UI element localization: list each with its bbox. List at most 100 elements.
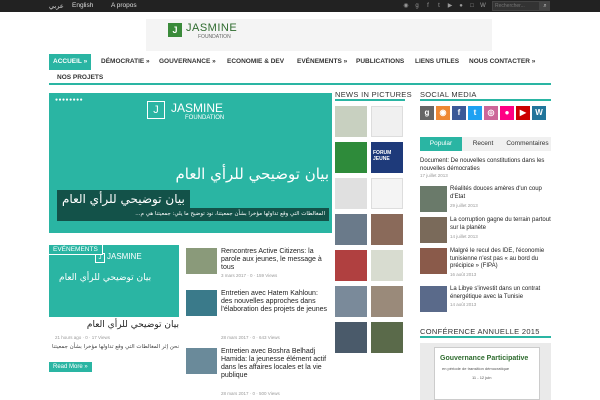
- post-meta: 28 mars 2017 · 0 · 500 Views: [221, 391, 280, 396]
- nav-economie[interactable]: ECONOMIE & DEV: [223, 54, 288, 70]
- logo-subtitle: FOUNDATION: [198, 34, 231, 40]
- nav-accueil[interactable]: ACCUEIL »: [49, 54, 92, 70]
- side-post-title[interactable]: La Libye s'investit dans un contrat éner…: [450, 286, 551, 301]
- top-bar: عربي English A propos ◉ g f t ▶ ● □ W ⌕: [0, 0, 600, 12]
- lang-arabic-link[interactable]: عربي: [49, 2, 64, 10]
- events-category-label[interactable]: EVÉNEMENTS: [49, 245, 103, 255]
- lang-english-link[interactable]: English: [72, 2, 93, 9]
- nav-liens-utiles[interactable]: LIENS UTILES: [411, 54, 463, 70]
- read-more-button[interactable]: Read More »: [49, 362, 92, 372]
- tab-comments[interactable]: Commentaires: [504, 137, 551, 151]
- post-meta: 3 mars 2017 · 0 · 159 Views: [221, 273, 278, 278]
- post-title[interactable]: Entretien avec Boshra Belhadj Hamida: la…: [221, 348, 331, 380]
- poster-subtitle: en période de transition démocratique: [442, 366, 510, 371]
- flickr-icon[interactable]: ●: [457, 2, 465, 10]
- slider-logo-name: JASMINE: [171, 101, 224, 115]
- side-post-thumbnail[interactable]: [420, 217, 447, 243]
- event-title[interactable]: بيان توضيحي للرأي العام: [49, 320, 179, 330]
- youtube-icon[interactable]: ▶: [446, 2, 454, 10]
- nav-publications[interactable]: PUBLICATIONS: [352, 54, 408, 70]
- rss-icon[interactable]: ◉: [402, 2, 410, 10]
- search-icon[interactable]: ⌕: [540, 1, 550, 11]
- side-post-date: 29 juillet 2013: [450, 203, 478, 208]
- news-picture[interactable]: [371, 106, 403, 137]
- side-post-title[interactable]: Malgré le recul des IDE, l'économie tuni…: [450, 248, 551, 271]
- event-thumbnail[interactable]: J JASMINE بيان توضيحي للرأي العام: [49, 245, 179, 317]
- side-post-date: 14 juillet 2013: [450, 234, 478, 239]
- post-thumbnail[interactable]: [186, 348, 217, 374]
- wordpress-icon[interactable]: W: [532, 106, 546, 120]
- side-post-title[interactable]: Document: De nouvelles constitutions dan…: [420, 158, 551, 173]
- google-plus-icon[interactable]: g: [420, 106, 434, 120]
- event-meta: 21 hours ago · 0 · 17 Views: [55, 335, 110, 340]
- news-picture[interactable]: [335, 286, 367, 317]
- slider-caption-desc: المغالطات التي وقع تداولها مؤخرا بشأن جم…: [57, 208, 329, 221]
- apropos-link[interactable]: A propos: [111, 2, 137, 9]
- event-thumb-logo: JASMINE: [107, 252, 142, 261]
- main-nav: ACCUEIL » DÉMOCRATIE » GOUVERNANCE » ECO…: [49, 53, 551, 85]
- logo-name: JASMINE: [186, 22, 238, 34]
- facebook-icon[interactable]: f: [452, 106, 466, 120]
- conference-poster[interactable]: Gouvernance Participative en période de …: [420, 343, 551, 400]
- side-post-thumbnail[interactable]: [420, 286, 447, 312]
- news-picture[interactable]: [371, 286, 403, 317]
- side-post-date: 16 août 2013: [450, 272, 477, 277]
- facebook-icon[interactable]: f: [424, 2, 432, 10]
- side-post-title[interactable]: La corruption gagne du terrain partout s…: [450, 217, 551, 232]
- poster-title: Gouvernance Participative: [440, 355, 529, 362]
- google-plus-icon[interactable]: g: [413, 2, 421, 10]
- post-meta: 28 mars 2017 · 0 · 643 Views: [221, 335, 280, 340]
- wordpress-icon[interactable]: W: [479, 2, 487, 10]
- nav-nos-projets[interactable]: NOS PROJETS: [53, 70, 107, 86]
- search-input[interactable]: [492, 1, 540, 11]
- slider-logo-subtitle: FOUNDATION: [185, 115, 225, 121]
- site-logo[interactable]: J JASMINE FOUNDATION: [146, 19, 492, 51]
- tab-recent[interactable]: Recent: [462, 137, 504, 151]
- slider-banner-text: بيان توضيحي للرأي العام: [175, 165, 329, 183]
- dribbble-icon[interactable]: ◎: [484, 106, 498, 120]
- flickr-icon[interactable]: ●: [500, 106, 514, 120]
- side-post-date: 17 juillet 2013: [420, 173, 448, 178]
- news-picture[interactable]: FORUM JEUNE: [371, 142, 403, 173]
- widget-tabs: Popular Recent Commentaires: [420, 137, 551, 151]
- nav-evenements[interactable]: EVÉNEMENTS »: [293, 54, 351, 70]
- news-picture[interactable]: [371, 178, 403, 209]
- post-title[interactable]: Rencontres Active Citizens: la parole au…: [221, 248, 331, 272]
- news-picture[interactable]: [371, 250, 403, 281]
- event-excerpt: نحن إثر المغالطات التي وقع تداولها مؤخرا…: [51, 344, 179, 350]
- side-post-thumbnail[interactable]: [420, 186, 447, 212]
- youtube-icon[interactable]: ▶: [516, 106, 530, 120]
- side-post-date: 14 août 2013: [450, 302, 477, 307]
- slider-dots[interactable]: ●●●●●●●●: [55, 97, 83, 103]
- news-picture[interactable]: [335, 322, 367, 353]
- news-picture[interactable]: [371, 214, 403, 245]
- jasmine-logo-icon: J: [168, 23, 182, 37]
- tab-popular[interactable]: Popular: [420, 137, 462, 151]
- news-picture[interactable]: [335, 178, 367, 209]
- news-picture[interactable]: [371, 322, 403, 353]
- poster-date: 11 - 12 juin: [472, 375, 492, 380]
- post-thumbnail[interactable]: [186, 290, 217, 316]
- side-post-title[interactable]: Réalités douces amères d'un coup d'Etat: [450, 186, 551, 201]
- twitter-icon[interactable]: t: [468, 106, 482, 120]
- social-media-title: SOCIAL MEDIA: [420, 90, 551, 101]
- side-post-thumbnail[interactable]: [420, 248, 447, 274]
- news-in-pictures-title: NEWS IN PICTURES: [335, 90, 412, 101]
- rss-icon[interactable]: ◉: [436, 106, 450, 120]
- news-picture[interactable]: [335, 142, 367, 173]
- nav-gouvernance[interactable]: GOUVERNANCE »: [155, 54, 220, 70]
- post-title[interactable]: Entretien avec Hatem Kahloun: des nouvel…: [221, 290, 331, 314]
- forum-jeune-label: FORUM JEUNE: [373, 150, 392, 162]
- post-thumbnail[interactable]: [186, 248, 217, 274]
- news-picture[interactable]: [335, 250, 367, 281]
- jasmine-logo-icon: J: [147, 101, 165, 119]
- news-picture[interactable]: [335, 214, 367, 245]
- social-buttons: g ◉ f t ◎ ● ▶ W: [420, 106, 551, 122]
- twitter-icon[interactable]: t: [435, 2, 443, 10]
- slider-caption-title[interactable]: بيان توضيحي للرأي العام: [57, 190, 190, 208]
- instagram-icon[interactable]: □: [468, 2, 476, 10]
- nav-nous-contacter[interactable]: NOUS CONTACTER »: [465, 54, 539, 70]
- news-picture[interactable]: [335, 106, 367, 137]
- nav-democratie[interactable]: DÉMOCRATIE »: [97, 54, 154, 70]
- event-thumb-text: بيان توضيحي للرأي العام: [59, 273, 152, 283]
